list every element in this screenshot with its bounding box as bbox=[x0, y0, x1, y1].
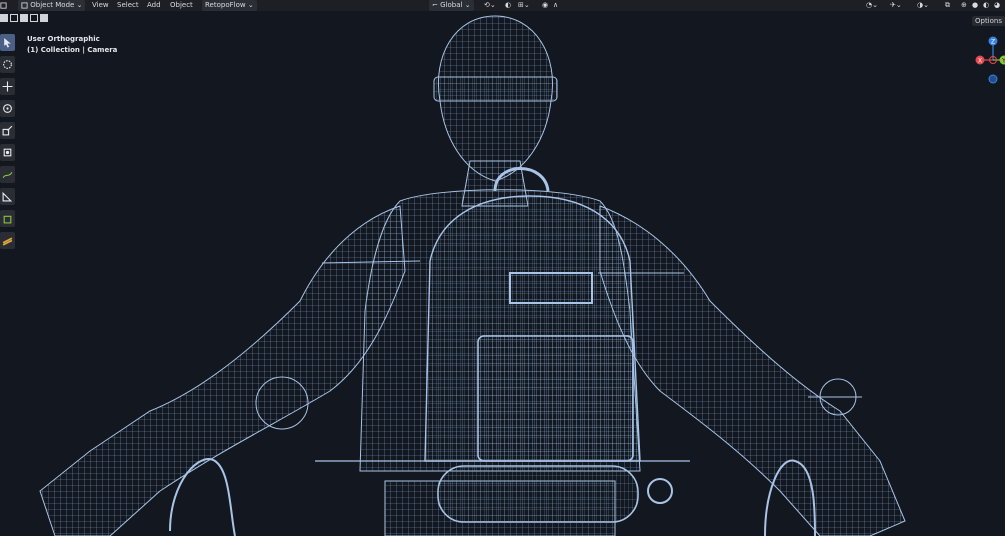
menu-add[interactable]: Add bbox=[144, 0, 164, 11]
gizmo-z-label: Z bbox=[991, 39, 995, 46]
viewport-header: Object Mode ⌄ View Select Add Object Ret… bbox=[0, 0, 1005, 11]
transform-tool[interactable] bbox=[0, 144, 15, 161]
scale-icon bbox=[2, 125, 13, 136]
solid-shading-icon[interactable]: ● bbox=[972, 0, 978, 11]
rendered-shading-icon[interactable]: ◕ bbox=[994, 0, 1000, 11]
select-box-tool[interactable] bbox=[0, 34, 15, 51]
gizmo-x-label: X bbox=[978, 58, 982, 65]
retopoflow-icon bbox=[2, 237, 13, 246]
measure-icon bbox=[2, 191, 13, 202]
chevron-down-icon: ⌄ bbox=[76, 1, 83, 9]
mode-dropdown[interactable]: Object Mode ⌄ bbox=[18, 0, 86, 11]
headband-mesh bbox=[433, 76, 558, 102]
object-mode-icon bbox=[21, 1, 28, 9]
material-shading-icon[interactable]: ◐ bbox=[983, 0, 989, 11]
viewport-canvas[interactable] bbox=[0, 11, 1005, 536]
lower-torso-mesh bbox=[384, 480, 616, 536]
retopoflow-menu[interactable]: RetopoFlow ⌄ bbox=[202, 0, 257, 11]
chevron-down-icon: ⌄ bbox=[247, 1, 254, 9]
cursor-icon bbox=[3, 60, 12, 69]
editor-type-icon[interactable] bbox=[0, 0, 7, 11]
left-arm-mesh bbox=[39, 205, 406, 536]
add-cube-icon bbox=[3, 215, 12, 224]
tank-valve bbox=[647, 478, 673, 504]
orientation-icon: ⌐ bbox=[432, 1, 438, 9]
overlays-icon[interactable]: ◑⌄ bbox=[917, 0, 929, 11]
measure-tool[interactable] bbox=[0, 188, 15, 205]
gizmo-neg-z[interactable] bbox=[988, 74, 998, 84]
rotate-icon bbox=[3, 104, 12, 113]
wireframe-shading-icon[interactable]: ⊕ bbox=[961, 0, 967, 11]
annotate-tool[interactable] bbox=[0, 166, 15, 183]
view-name: User Orthographic bbox=[27, 35, 100, 43]
snap-icon[interactable]: ◐ bbox=[505, 0, 511, 11]
right-arm-mesh bbox=[599, 205, 906, 536]
pivot-icon[interactable]: ⟲⌄ bbox=[484, 0, 496, 11]
add-cube-tool[interactable] bbox=[0, 210, 15, 227]
select-box-icon bbox=[4, 38, 11, 48]
move-tool[interactable] bbox=[0, 78, 15, 95]
cursor-tool[interactable] bbox=[0, 56, 15, 73]
visibility-icon[interactable]: ◔⌄ bbox=[866, 0, 878, 11]
character-wireframe bbox=[39, 15, 906, 536]
transform-icon bbox=[3, 148, 12, 157]
gizmo-y-label: Y bbox=[1001, 58, 1005, 65]
scale-tool[interactable] bbox=[0, 122, 15, 139]
gizmo-toggle-icon[interactable]: ✈⌄ bbox=[890, 0, 902, 11]
move-icon bbox=[2, 81, 13, 92]
menu-view[interactable]: View bbox=[89, 0, 112, 11]
navigation-gizmo[interactable]: Z X Y bbox=[965, 32, 1005, 92]
proportional-edit-icon[interactable]: ◉ bbox=[542, 0, 548, 11]
transform-orientation-dropdown[interactable]: ⌐ Global ⌄ bbox=[429, 0, 474, 11]
annotate-icon bbox=[2, 171, 13, 179]
chevron-down-icon: ⌄ bbox=[464, 1, 471, 9]
retopoflow-label: RetopoFlow bbox=[205, 1, 246, 9]
menu-object[interactable]: Object bbox=[167, 0, 196, 11]
viewport-info: User Orthographic (1) Collection | Camer… bbox=[27, 34, 117, 56]
collection-info: (1) Collection | Camera bbox=[27, 46, 118, 54]
backpack-pocket bbox=[477, 335, 634, 462]
options-button[interactable]: Options bbox=[971, 16, 1005, 26]
retopoflow-tool[interactable] bbox=[0, 232, 15, 249]
orientation-label: Global bbox=[440, 1, 463, 9]
snap-target-icon[interactable]: ⊞⌄ bbox=[518, 0, 530, 11]
rotate-tool[interactable] bbox=[0, 100, 15, 117]
falloff-icon[interactable]: ∧ bbox=[553, 0, 558, 11]
tool-shelf bbox=[0, 34, 17, 254]
menu-select[interactable]: Select bbox=[114, 0, 142, 11]
mode-label: Object Mode bbox=[30, 1, 75, 9]
xray-icon[interactable]: ⧉ bbox=[945, 0, 950, 11]
